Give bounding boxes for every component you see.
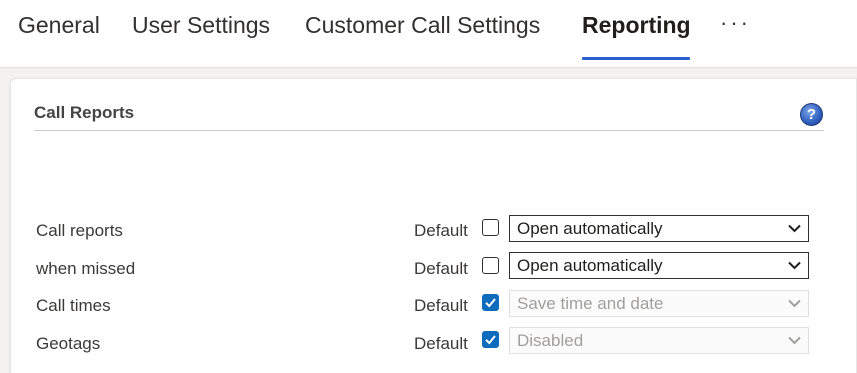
default-checkbox-geotags[interactable] — [482, 331, 499, 348]
row-label-geotags: Geotags — [36, 334, 101, 353]
section-title: Call Reports — [34, 103, 135, 122]
default-label: Default — [414, 334, 468, 353]
tab-reporting[interactable]: Reporting — [582, 12, 691, 39]
geotags-select[interactable]: Disabled — [509, 327, 809, 354]
chevron-down-icon — [788, 224, 801, 233]
row-label-when-missed: when missed — [36, 259, 136, 278]
active-tab-indicator — [582, 57, 690, 60]
call-reports-select[interactable]: Open automatically — [509, 215, 809, 242]
default-checkbox-when-missed[interactable] — [482, 257, 499, 274]
select-value: Open automatically — [517, 256, 663, 275]
checkmark-icon — [485, 335, 496, 345]
row-label-call-reports: Call reports — [36, 221, 123, 240]
default-label: Default — [414, 296, 468, 315]
select-value: Open automatically — [517, 219, 663, 238]
tab-customer-call-settings[interactable]: Customer Call Settings — [305, 12, 540, 39]
chevron-down-icon — [788, 299, 801, 308]
tab-general[interactable]: General — [18, 12, 100, 39]
default-label: Default — [414, 259, 468, 278]
chevron-down-icon — [788, 336, 801, 345]
select-value: Disabled — [517, 331, 584, 350]
select-value: Save time and date — [517, 294, 664, 313]
default-label: Default — [414, 221, 468, 240]
help-icon[interactable]: ? — [800, 103, 823, 126]
default-checkbox-call-reports[interactable] — [482, 219, 499, 236]
more-tabs-icon[interactable]: ··· — [720, 10, 751, 36]
section-divider — [34, 130, 824, 131]
when-missed-select[interactable]: Open automatically — [509, 252, 809, 279]
chevron-down-icon — [788, 261, 801, 270]
tab-bar: General User Settings Customer Call Sett… — [0, 0, 857, 68]
checkmark-icon — [485, 298, 496, 308]
call-times-select[interactable]: Save time and date — [509, 290, 809, 317]
tab-user-settings[interactable]: User Settings — [132, 12, 270, 39]
row-label-call-times: Call times — [36, 296, 111, 315]
default-checkbox-call-times[interactable] — [482, 294, 499, 311]
